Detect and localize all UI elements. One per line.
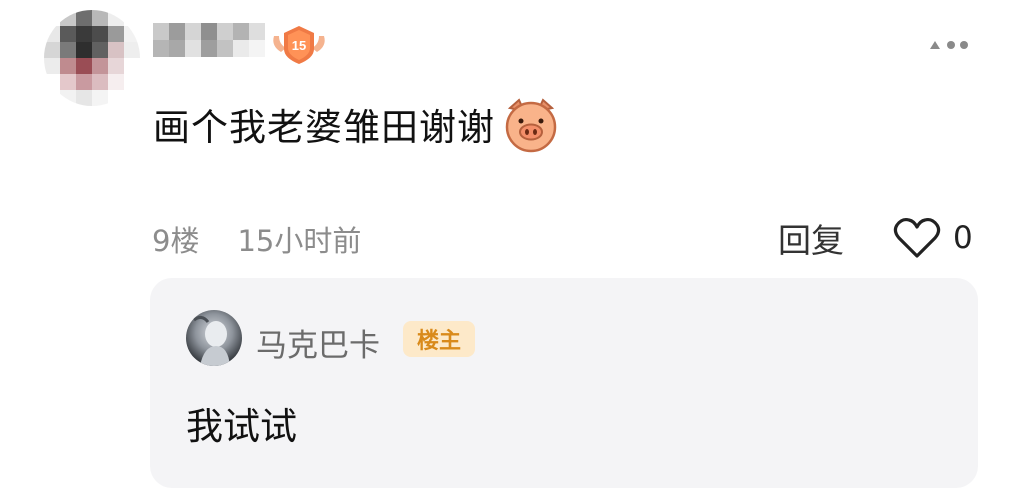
reply-author-avatar[interactable]: [186, 310, 242, 366]
reply-author-name[interactable]: 马克巴卡: [256, 320, 380, 365]
pig-emoji-icon: [505, 98, 557, 153]
heart-icon: [893, 217, 941, 258]
op-badge: 楼主: [403, 321, 475, 357]
reply-button[interactable]: 回复: [778, 216, 844, 260]
level-number: 15: [292, 38, 306, 53]
more-options-button[interactable]: [928, 36, 970, 54]
comment-meta: 9楼 15小时前: [152, 218, 361, 260]
reply-button-label: 回复: [778, 221, 844, 260]
like-count: 0: [953, 220, 973, 256]
level-badge-icon: 15: [270, 22, 328, 68]
comment-text: 画个我老婆雏田谢谢: [153, 106, 495, 149]
commenter-avatar[interactable]: [44, 10, 140, 106]
floor-number: 9楼: [152, 224, 200, 258]
comment-content: 画个我老婆雏田谢谢: [153, 98, 561, 153]
timestamp: 15小时前: [237, 224, 362, 258]
sub-reply-box[interactable]: 马克巴卡 楼主 我试试: [150, 278, 978, 488]
reply-text: 我试试: [186, 405, 297, 448]
commenter-username[interactable]: [153, 23, 265, 57]
like-button[interactable]: 0: [893, 214, 973, 262]
more-icon: [930, 41, 968, 49]
